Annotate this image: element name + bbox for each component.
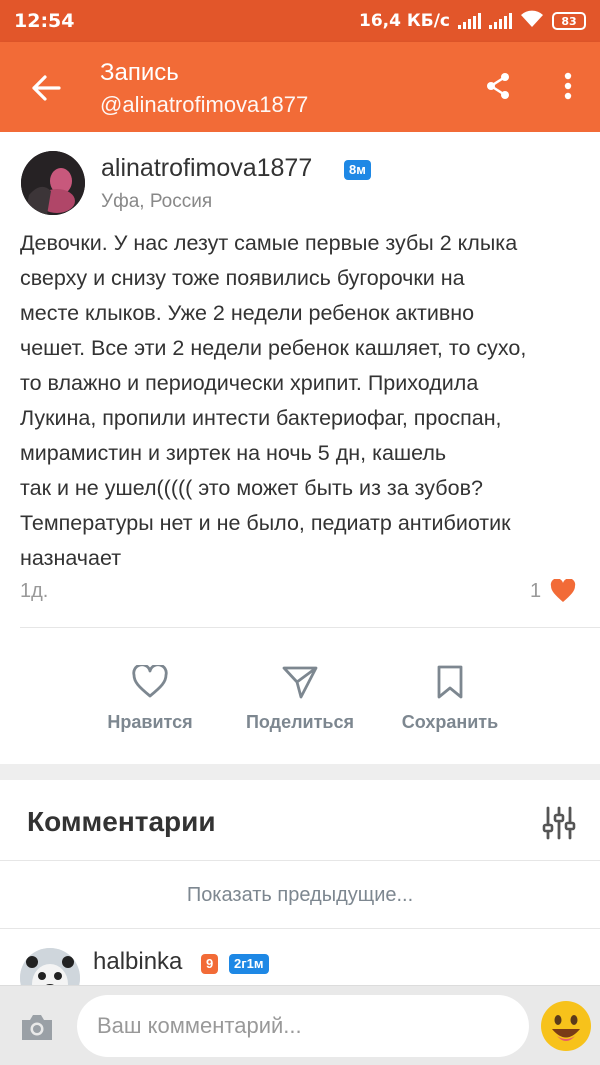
save-label: Сохранить xyxy=(401,712,499,732)
battery-icon: 83 xyxy=(552,12,586,30)
like-label: Нравится xyxy=(107,712,193,732)
status-bar: 12:54 16,4 КБ/с 83 xyxy=(0,0,600,42)
save-button[interactable]: Сохранить xyxy=(370,662,530,733)
author-age-badge: 8м xyxy=(344,160,371,180)
wifi-icon xyxy=(520,10,544,33)
avatar-photo-icon xyxy=(21,151,85,215)
arrow-left-icon xyxy=(32,75,61,101)
app-bar: Запись @alinatrofimova1877 xyxy=(0,42,600,132)
author-avatar[interactable] xyxy=(21,151,85,215)
more-menu-button[interactable] xyxy=(548,66,588,106)
comments-filter-button[interactable] xyxy=(538,802,580,844)
page-subtitle: @alinatrofimova1877 xyxy=(100,92,309,117)
comment-input-bar xyxy=(0,985,600,1065)
post-card: alinatrofimova1877 8м Уфа, Россия Девочк… xyxy=(0,132,600,764)
post-text: Девочки. У нас лезут самые первые зубы 2… xyxy=(20,231,527,570)
heart-outline-icon xyxy=(130,662,170,702)
share-post-button[interactable]: Поделиться xyxy=(220,662,380,733)
comment-level-badge: 9 xyxy=(201,954,219,974)
divider xyxy=(20,627,600,628)
like-button[interactable]: Нравится xyxy=(70,662,230,733)
show-previous-comments-button[interactable]: Показать предыдущие... xyxy=(0,862,600,928)
comment-age-badge: 2г1м xyxy=(229,954,269,974)
author-location: Уфа, Россия xyxy=(101,191,213,212)
signal-icon xyxy=(458,13,481,29)
share-button[interactable] xyxy=(478,66,518,106)
page-title: Запись xyxy=(100,59,179,86)
network-speed: 16,4 КБ/с xyxy=(358,11,450,31)
bookmark-icon xyxy=(430,662,470,702)
camera-icon xyxy=(22,1015,52,1040)
heart-filled-icon[interactable] xyxy=(550,579,576,603)
signal-icon-2 xyxy=(489,13,512,29)
camera-button[interactable] xyxy=(18,1010,56,1044)
post-time: 1д. xyxy=(20,580,49,602)
likes-count: 1 xyxy=(530,580,542,602)
share-label: Поделиться xyxy=(245,712,355,732)
divider xyxy=(0,928,600,929)
comment-input[interactable] xyxy=(77,995,529,1057)
share-icon xyxy=(487,73,509,99)
status-indicators: 16,4 КБ/с 83 xyxy=(359,10,586,33)
battery-level: 83 xyxy=(561,14,577,28)
emoji-icon[interactable] xyxy=(540,1000,592,1052)
more-vertical-icon xyxy=(564,72,572,100)
comments-title: Комментарии xyxy=(27,806,216,837)
send-icon xyxy=(280,662,320,702)
back-button[interactable] xyxy=(24,66,68,110)
divider xyxy=(0,860,600,861)
author-name[interactable]: alinatrofimova1877 xyxy=(101,154,312,183)
comment-author[interactable]: halbinka xyxy=(93,948,182,976)
status-time: 12:54 xyxy=(14,10,75,32)
sliders-icon xyxy=(542,806,576,840)
